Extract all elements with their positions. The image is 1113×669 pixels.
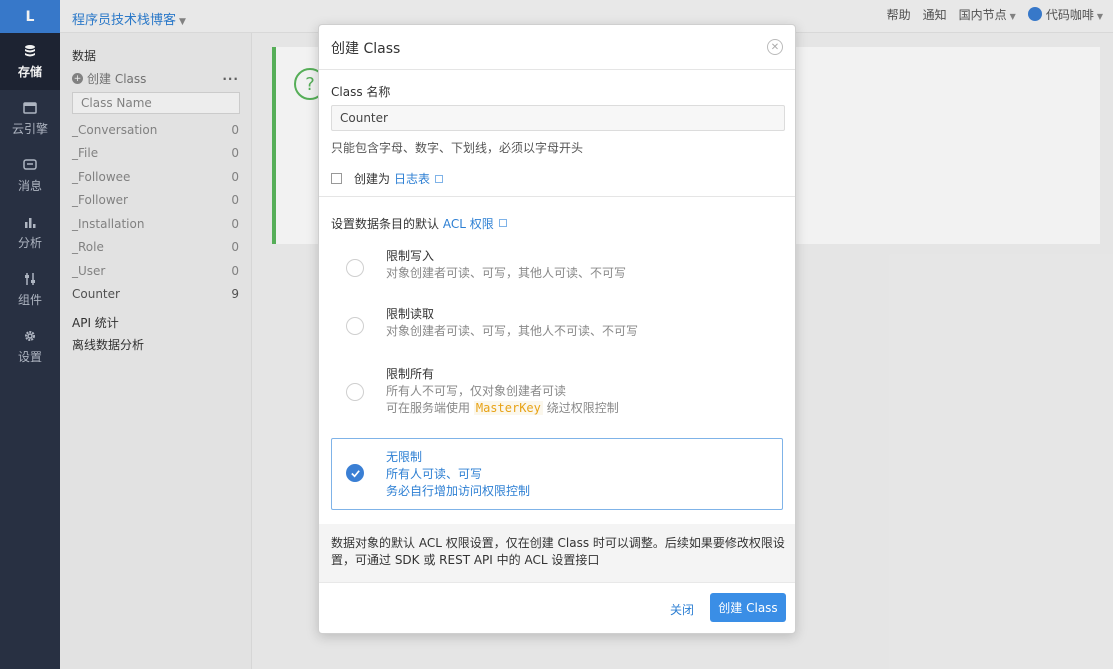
option-desc-2: 务必自行增加访问权限控制 [386, 484, 531, 498]
acl-section: 设置数据条目的默认 ACL 权限 限制写入 对象创建者可读、可写，其他人可读、不… [319, 197, 795, 524]
acl-label-text: 设置数据条目的默认 [331, 217, 440, 231]
option-title: 无限制 [386, 450, 423, 464]
log-table-link[interactable]: 日志表 [394, 170, 430, 187]
class-name-section: Class 名称 Counter 只能包含字母、数字、下划线，必须以字母开头 创… [319, 70, 795, 197]
acl-option-unrestricted[interactable]: 无限制 所有人可读、可写 务必自行增加访问权限控制 [331, 438, 783, 510]
class-name-input[interactable]: Counter [331, 105, 785, 131]
option-title: 限制所有 [386, 367, 435, 381]
dialog-footer: 关闭 创建 Class [319, 582, 795, 633]
acl-link[interactable]: ACL 权限 [443, 217, 494, 231]
log-table-checkbox[interactable] [331, 173, 342, 184]
log-table-label: 创建为 [354, 172, 391, 186]
external-link-icon [435, 174, 444, 183]
option-desc-2: 可在服务端使用 MasterKey 绕过权限控制 [386, 400, 782, 417]
dialog-title: 创建 Class [331, 41, 401, 57]
option-desc: 对象创建者可读、可写，其他人可读、不可写 [386, 266, 627, 280]
dialog-header: 创建 Class ✕ [319, 25, 795, 70]
acl-note: 数据对象的默认 ACL 权限设置，仅在创建 Class 时可以调整。后续如果要修… [319, 524, 795, 582]
acl-option-restrict-read[interactable]: 限制读取 对象创建者可读、可写，其他人不可读、不可写 [331, 302, 783, 352]
close-icon[interactable]: ✕ [767, 39, 783, 55]
desc-suffix: 绕过权限控制 [546, 401, 619, 415]
radio-button[interactable] [346, 317, 364, 335]
acl-option-restrict-all[interactable]: 限制所有 所有人不可写，仅对象创建者可读 可在服务端使用 MasterKey 绕… [331, 362, 783, 428]
option-desc: 所有人不可写，仅对象创建者可读 [386, 384, 567, 398]
option-desc: 所有人可读、可写 [386, 467, 483, 481]
create-class-button[interactable]: 创建 Class [710, 593, 786, 622]
close-button[interactable]: 关闭 [670, 601, 694, 618]
class-name-label: Class 名称 [331, 85, 391, 99]
option-desc: 对象创建者可读、可写，其他人不可读、不可写 [386, 324, 639, 338]
create-class-dialog: 创建 Class ✕ Class 名称 Counter 只能包含字母、数字、下划… [318, 24, 796, 634]
acl-option-restrict-write[interactable]: 限制写入 对象创建者可读、可写，其他人可读、不可写 [331, 244, 783, 294]
radio-button[interactable] [346, 383, 364, 401]
acl-label: 设置数据条目的默认 ACL 权限 [331, 215, 783, 232]
log-table-option: 创建为 日志表 [331, 170, 783, 187]
option-title: 限制读取 [386, 307, 435, 321]
class-name-hint: 只能包含字母、数字、下划线，必须以字母开头 [331, 141, 584, 155]
masterkey-code: MasterKey [473, 401, 543, 415]
option-title: 限制写入 [386, 249, 435, 263]
desc-prefix: 可在服务端使用 [386, 401, 471, 415]
check-icon[interactable] [346, 464, 364, 482]
radio-button[interactable] [346, 259, 364, 277]
external-link-icon [498, 219, 507, 227]
